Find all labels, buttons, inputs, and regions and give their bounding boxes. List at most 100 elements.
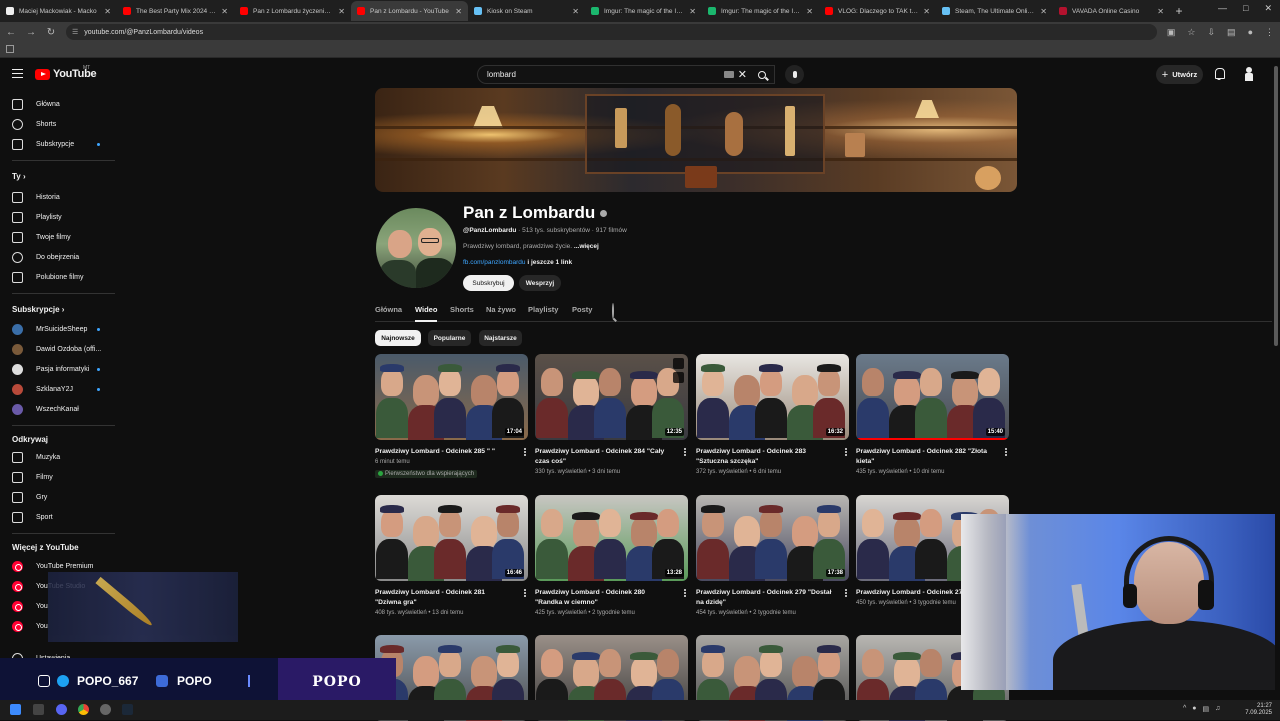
- sidebar-item-pasja-informatyki[interactable]: Pasja informatyki: [0, 359, 115, 379]
- tab-close-icon[interactable]: ✕: [923, 7, 930, 16]
- sidebar-section-explore[interactable]: Odkrywaj: [12, 435, 48, 444]
- youtube-logo[interactable]: YouTube MT: [35, 65, 97, 80]
- more-options-icon[interactable]: [1005, 448, 1007, 456]
- tab-close-icon[interactable]: ✕: [104, 7, 111, 16]
- browser-tab[interactable]: Pan z Lombardu życzenia urod ✕: [234, 1, 351, 21]
- tab-wideo[interactable]: Wideo: [415, 305, 438, 322]
- tab-close-icon[interactable]: ✕: [221, 7, 228, 16]
- sidebar-item-sport[interactable]: Sport: [0, 507, 115, 527]
- more-options-icon[interactable]: [524, 448, 526, 456]
- sidebar-item-muzyka[interactable]: Muzyka: [0, 447, 115, 467]
- forward-icon[interactable]: →: [26, 27, 36, 38]
- video-card[interactable]: 12:35 Prawdziwy Lombard - Odcinek 284 "Ca…: [535, 354, 688, 475]
- video-card[interactable]: 15:40 Prawdziwy Lombard - Odcinek 282 "Zł…: [856, 354, 1009, 475]
- browser-tab[interactable]: VLOG: Dlaczego to TAK trudne ✕: [819, 1, 936, 21]
- back-icon[interactable]: ←: [6, 27, 16, 38]
- video-thumbnail[interactable]: 13:28: [535, 495, 688, 581]
- video-thumbnail[interactable]: 16:32: [696, 354, 849, 440]
- url-input[interactable]: ☰ youtube.com/@PanzLombardu/videos: [66, 24, 1157, 40]
- video-thumbnail[interactable]: 16:46: [375, 495, 528, 581]
- tab-close-icon[interactable]: ✕: [572, 7, 579, 16]
- video-title[interactable]: Prawdziwy Lombard - Odcinek 279 "Dostał …: [696, 588, 834, 608]
- keyboard-icon[interactable]: [724, 71, 734, 78]
- video-title[interactable]: Prawdziwy Lombard - Odcinek 282 "Złota k…: [856, 447, 994, 467]
- tray-app-icon[interactable]: ●: [1192, 705, 1196, 713]
- filter-chip-najnowsze[interactable]: Najnowsze: [375, 330, 421, 346]
- more-options-icon[interactable]: [845, 448, 847, 456]
- reload-icon[interactable]: ↻: [46, 27, 56, 38]
- clear-search-icon[interactable]: ✕: [738, 68, 747, 81]
- video-card[interactable]: 17:04 Prawdziwy Lombard - Odcinek 285 " "…: [375, 354, 528, 479]
- sidebar-section-subscriptions[interactable]: Subskrypcje ›: [12, 305, 64, 314]
- sidebar-item-główna[interactable]: Główna: [0, 94, 115, 114]
- taskbar-app-icon[interactable]: [33, 704, 44, 715]
- browser-tab[interactable]: VAVADA Online Casino ✕: [1053, 1, 1170, 21]
- video-card[interactable]: 13:28 Prawdziwy Lombard - Odcinek 280 "Ra…: [535, 495, 688, 616]
- channel-search-button[interactable]: [612, 303, 614, 319]
- subscribe-button[interactable]: Subskrybuj: [463, 275, 514, 291]
- sidebar-item-mrsuicidesheep[interactable]: MrSuicideSheep: [0, 319, 115, 339]
- video-title[interactable]: Prawdziwy Lombard - Odcinek 280 "Randka …: [535, 588, 673, 608]
- tab-na-żywo[interactable]: Na żywo: [486, 305, 516, 314]
- video-title[interactable]: Prawdziwy Lombard - Odcinek 284 "Cały cz…: [535, 447, 673, 467]
- sidebar-item-shorts[interactable]: Shorts: [0, 114, 115, 134]
- browser-tab[interactable]: Imgur: The magic of the Intern ✕: [585, 1, 702, 21]
- browser-tab[interactable]: Maciej Mackowiak - Macko ✕: [0, 1, 117, 21]
- more-options-icon[interactable]: [524, 589, 526, 597]
- filter-chip-popularne[interactable]: Popularne: [428, 330, 471, 346]
- hamburger-menu-icon[interactable]: [12, 69, 23, 78]
- video-card[interactable]: 17:38 Prawdziwy Lombard - Odcinek 279 "Do…: [696, 495, 849, 616]
- browser-tab[interactable]: Pan z Lombardu - YouTube ✕: [351, 1, 468, 21]
- tab-close-icon[interactable]: ✕: [455, 7, 462, 16]
- channel-description[interactable]: Prawdziwy lombard, prawdziwe życie. ...w…: [463, 243, 599, 250]
- filter-chip-najstarsze[interactable]: Najstarsze: [479, 330, 522, 346]
- video-card[interactable]: 16:32 Prawdziwy Lombard - Odcinek 283 "Sz…: [696, 354, 849, 475]
- browser-tab[interactable]: Imgur: The magic of the Intern ✕: [702, 1, 819, 21]
- support-button[interactable]: Wesprzyj: [519, 275, 561, 291]
- create-button[interactable]: + Utwórz: [1156, 65, 1203, 84]
- sidebar-item-dawid-ozdoba-offi-[interactable]: Dawid Ozdoba (offi...: [0, 339, 115, 359]
- sidebar-section-you[interactable]: Ty ›: [12, 172, 26, 181]
- browser-menu-icon[interactable]: ⋮: [1265, 27, 1274, 38]
- search-input[interactable]: lombard ✕: [477, 65, 775, 84]
- sidebar-item-filmy[interactable]: Filmy: [0, 467, 115, 487]
- extensions-icon[interactable]: ▤: [1227, 27, 1236, 38]
- taskbar-app-icon[interactable]: [100, 704, 111, 715]
- browser-tab[interactable]: Kiosk on Steam ✕: [468, 1, 585, 21]
- taskbar-app-icon[interactable]: [56, 704, 67, 715]
- sidebar-item-historia[interactable]: Historia: [0, 187, 115, 207]
- more-options-icon[interactable]: [684, 589, 686, 597]
- steam-icon[interactable]: [122, 704, 133, 715]
- tab-close-icon[interactable]: ✕: [1157, 7, 1164, 16]
- tab-close-icon[interactable]: ✕: [689, 7, 696, 16]
- bookmark-star-icon[interactable]: ☆: [1187, 27, 1195, 38]
- video-card[interactable]: 16:46 Prawdziwy Lombard - Odcinek 281 "Dz…: [375, 495, 528, 616]
- sidebar-section-more[interactable]: Więcej z YouTube: [12, 543, 79, 552]
- sidebar-item-playlisty[interactable]: Playlisty: [0, 207, 115, 227]
- volume-icon[interactable]: ♫: [1215, 705, 1220, 713]
- more-link[interactable]: ...więcej: [574, 243, 599, 250]
- sidebar-item-subskrypcje[interactable]: Subskrypcje: [0, 134, 115, 154]
- tab-posty[interactable]: Posty: [572, 305, 592, 314]
- new-tab-icon[interactable]: +: [1170, 4, 1188, 18]
- video-title[interactable]: Prawdziwy Lombard - Odcinek 285 " ": [375, 447, 513, 457]
- watch-later-icon[interactable]: [673, 358, 684, 369]
- tray-overflow-icon[interactable]: ^: [1183, 705, 1186, 713]
- apps-icon[interactable]: [6, 45, 14, 53]
- site-info-icon[interactable]: ☰: [72, 28, 78, 36]
- cast-icon[interactable]: ▣: [1167, 27, 1176, 38]
- sidebar-item-polubione-filmy[interactable]: Polubione filmy: [0, 267, 115, 287]
- profile-icon[interactable]: ●: [1248, 27, 1253, 38]
- video-title[interactable]: Prawdziwy Lombard - Odcinek 283 "Sztuczn…: [696, 447, 834, 467]
- video-thumbnail[interactable]: 12:35: [535, 354, 688, 440]
- tab-close-icon[interactable]: ✕: [338, 7, 345, 16]
- more-links[interactable]: i jeszcze 1 link: [527, 259, 572, 266]
- account-avatar[interactable]: [1244, 67, 1254, 81]
- tab-close-icon[interactable]: ✕: [806, 7, 813, 16]
- browser-tab[interactable]: The Best Party Mix 2024 | Rem ✕: [117, 1, 234, 21]
- tab-shorts[interactable]: Shorts: [450, 305, 474, 314]
- tab-close-icon[interactable]: ✕: [1040, 7, 1047, 16]
- search-button[interactable]: [748, 65, 776, 84]
- sidebar-item-szklanay2j[interactable]: SzklanaY2J: [0, 379, 115, 399]
- sidebar-item-do-obejrzenia[interactable]: Do obejrzenia: [0, 247, 115, 267]
